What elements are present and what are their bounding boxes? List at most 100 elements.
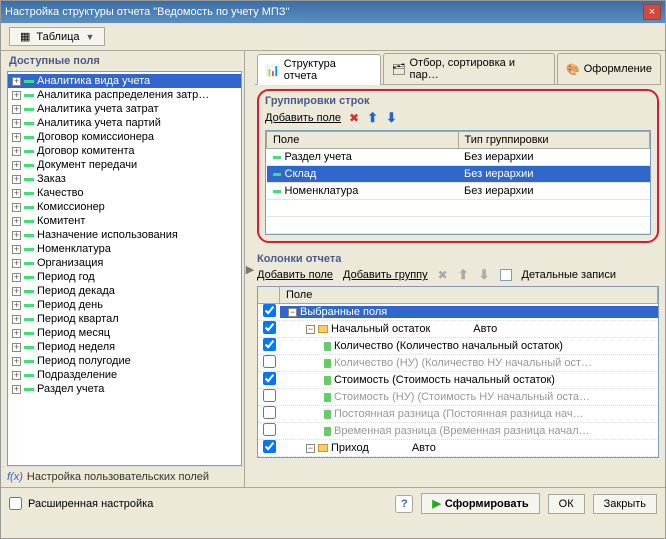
expand-icon[interactable]: + <box>12 259 21 268</box>
tree-item[interactable]: +Договор комиссионера <box>8 130 241 144</box>
collapse-icon[interactable]: − <box>306 444 315 453</box>
tree-item[interactable]: +Организация <box>8 256 241 270</box>
expand-icon[interactable]: + <box>12 385 21 394</box>
tab[interactable]: 📊Структура отчета <box>257 54 381 85</box>
tree-item[interactable]: +Период месяц <box>8 326 241 340</box>
move-down-icon[interactable]: ⬇ <box>479 267 490 283</box>
tree-item[interactable]: +Аналитика распределения затр… <box>8 88 241 102</box>
list-item[interactable]: Количество (НУ) (Количество НУ начальный… <box>258 355 658 372</box>
list-item[interactable]: Временная разница (Временная разница нач… <box>258 423 658 440</box>
tree-item[interactable]: +Аналитика учета затрат <box>8 102 241 116</box>
close-button[interactable]: Закрыть <box>593 494 657 514</box>
tab[interactable]: 🗂Отбор, сортировка и пар… <box>383 53 555 84</box>
move-up-icon[interactable]: ⬆ <box>367 110 378 126</box>
expand-icon[interactable]: + <box>12 189 21 198</box>
move-down-icon[interactable]: ⬇ <box>386 110 397 126</box>
table-row[interactable]: НоменклатураБез иерархии <box>267 183 650 200</box>
generate-button[interactable]: ▶ Сформировать <box>421 493 539 514</box>
expand-icon[interactable]: + <box>12 343 21 352</box>
expand-icon[interactable]: + <box>12 175 21 184</box>
available-fields-tree[interactable]: +Аналитика вида учета+Аналитика распреде… <box>7 71 242 466</box>
available-fields-pane: Доступные поля +Аналитика вида учета+Ана… <box>1 51 245 487</box>
tree-item[interactable]: +Номенклатура <box>8 242 241 256</box>
tree-item[interactable]: +Период полугодие <box>8 354 241 368</box>
tree-item[interactable]: +Период день <box>8 298 241 312</box>
tree-item[interactable]: +Комиссионер <box>8 200 241 214</box>
add-group-link[interactable]: Добавить группу <box>343 269 428 281</box>
expand-icon[interactable]: + <box>12 105 21 114</box>
row-checkbox[interactable] <box>263 423 276 436</box>
expand-icon[interactable]: + <box>12 301 21 310</box>
tree-item[interactable]: +Период неделя <box>8 340 241 354</box>
tree-item[interactable]: +Договор комитента <box>8 144 241 158</box>
row-checkbox[interactable] <box>263 406 276 419</box>
expand-icon[interactable]: + <box>12 315 21 324</box>
expand-icon[interactable]: + <box>12 245 21 254</box>
expand-icon[interactable]: + <box>12 371 21 380</box>
collapse-icon[interactable]: − <box>288 308 297 317</box>
row-checkbox[interactable] <box>263 372 276 385</box>
tree-item[interactable]: +Назначение использования <box>8 228 241 242</box>
list-item[interactable]: Стоимость (Стоимость начальный остаток) <box>258 372 658 389</box>
expand-icon[interactable]: + <box>12 287 21 296</box>
tree-item[interactable]: +Документ передачи <box>8 158 241 172</box>
expand-icon[interactable]: + <box>12 133 21 142</box>
tree-item[interactable]: +Заказ <box>8 172 241 186</box>
add-field-link[interactable]: Добавить поле <box>265 112 341 124</box>
field-icon <box>24 346 34 349</box>
tree-item[interactable]: +Период декада <box>8 284 241 298</box>
row-checkbox[interactable] <box>263 355 276 368</box>
tree-item[interactable]: +Подразделение <box>8 368 241 382</box>
tree-item[interactable]: +Аналитика вида учета <box>8 74 241 88</box>
table-row[interactable]: Раздел учетаБез иерархии <box>267 149 650 166</box>
row-checkbox[interactable] <box>263 304 276 317</box>
tab[interactable]: 🎨Оформление <box>557 53 661 84</box>
list-item[interactable]: − ПриходАвто <box>258 440 658 457</box>
expand-icon[interactable]: + <box>12 203 21 212</box>
tree-item[interactable]: +Качество <box>8 186 241 200</box>
table-row[interactable]: СкладБез иерархии <box>267 166 650 183</box>
tree-item[interactable]: +Период квартал <box>8 312 241 326</box>
list-item[interactable]: − Начальный остатокАвто <box>258 321 658 338</box>
custom-fields-link[interactable]: f(x) Настройка пользовательских полей <box>1 466 244 487</box>
add-field-link[interactable]: Добавить поле <box>257 269 333 281</box>
delete-icon[interactable]: ✖ <box>349 111 359 125</box>
help-icon[interactable]: ? <box>395 495 413 513</box>
mode-dropdown[interactable]: ▦ Таблица ▼ <box>9 27 105 46</box>
row-checkbox[interactable] <box>263 440 276 453</box>
columns-tree[interactable]: Поле − Выбранные поля− Начальный остаток… <box>257 286 659 458</box>
row-checkbox[interactable] <box>263 338 276 351</box>
expand-icon[interactable]: + <box>12 217 21 226</box>
expand-icon[interactable]: + <box>12 91 21 100</box>
tree-item[interactable]: +Период год <box>8 270 241 284</box>
expand-icon[interactable]: + <box>12 273 21 282</box>
expand-icon[interactable]: + <box>12 147 21 156</box>
field-icon <box>324 393 331 402</box>
row-checkbox[interactable] <box>263 457 276 458</box>
tree-item[interactable]: +Комитент <box>8 214 241 228</box>
move-up-icon[interactable]: ⬆ <box>458 267 469 283</box>
row-checkbox[interactable] <box>263 321 276 334</box>
tree-item[interactable]: +Аналитика учета партий <box>8 116 241 130</box>
expand-icon[interactable]: + <box>12 77 21 86</box>
groupings-table[interactable]: Поле Тип группировки Раздел учетаБез иер… <box>266 131 650 234</box>
list-item[interactable]: Стоимость (НУ) (Стоимость НУ начальный о… <box>258 389 658 406</box>
expand-icon[interactable]: + <box>12 357 21 366</box>
list-item[interactable]: Количество (Количество приход) <box>258 457 658 458</box>
expand-icon[interactable]: + <box>12 329 21 338</box>
row-checkbox[interactable] <box>263 389 276 402</box>
extended-checkbox[interactable] <box>9 497 22 510</box>
list-item[interactable]: Количество (Количество начальный остаток… <box>258 338 658 355</box>
close-icon[interactable]: × <box>643 4 661 20</box>
expand-icon[interactable]: + <box>12 119 21 128</box>
delete-icon[interactable]: ✖ <box>438 268 448 282</box>
ok-button[interactable]: ОК <box>548 494 585 514</box>
expand-icon[interactable]: + <box>12 231 21 240</box>
tree-item[interactable]: +Раздел учета <box>8 382 241 396</box>
collapse-icon[interactable]: − <box>306 325 315 334</box>
splitter[interactable]: ▶ <box>245 51 255 487</box>
list-item[interactable]: Постоянная разница (Постоянная разница н… <box>258 406 658 423</box>
details-checkbox[interactable] <box>500 269 512 281</box>
expand-icon[interactable]: + <box>12 161 21 170</box>
list-item[interactable]: − Выбранные поля <box>258 304 658 321</box>
